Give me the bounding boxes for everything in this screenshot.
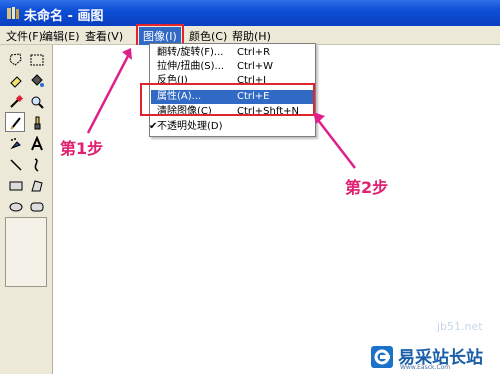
annotation-arrows bbox=[86, 48, 356, 169]
step-2-label: 第2步 bbox=[345, 178, 389, 197]
step-1-label: 第1步 bbox=[60, 139, 104, 158]
